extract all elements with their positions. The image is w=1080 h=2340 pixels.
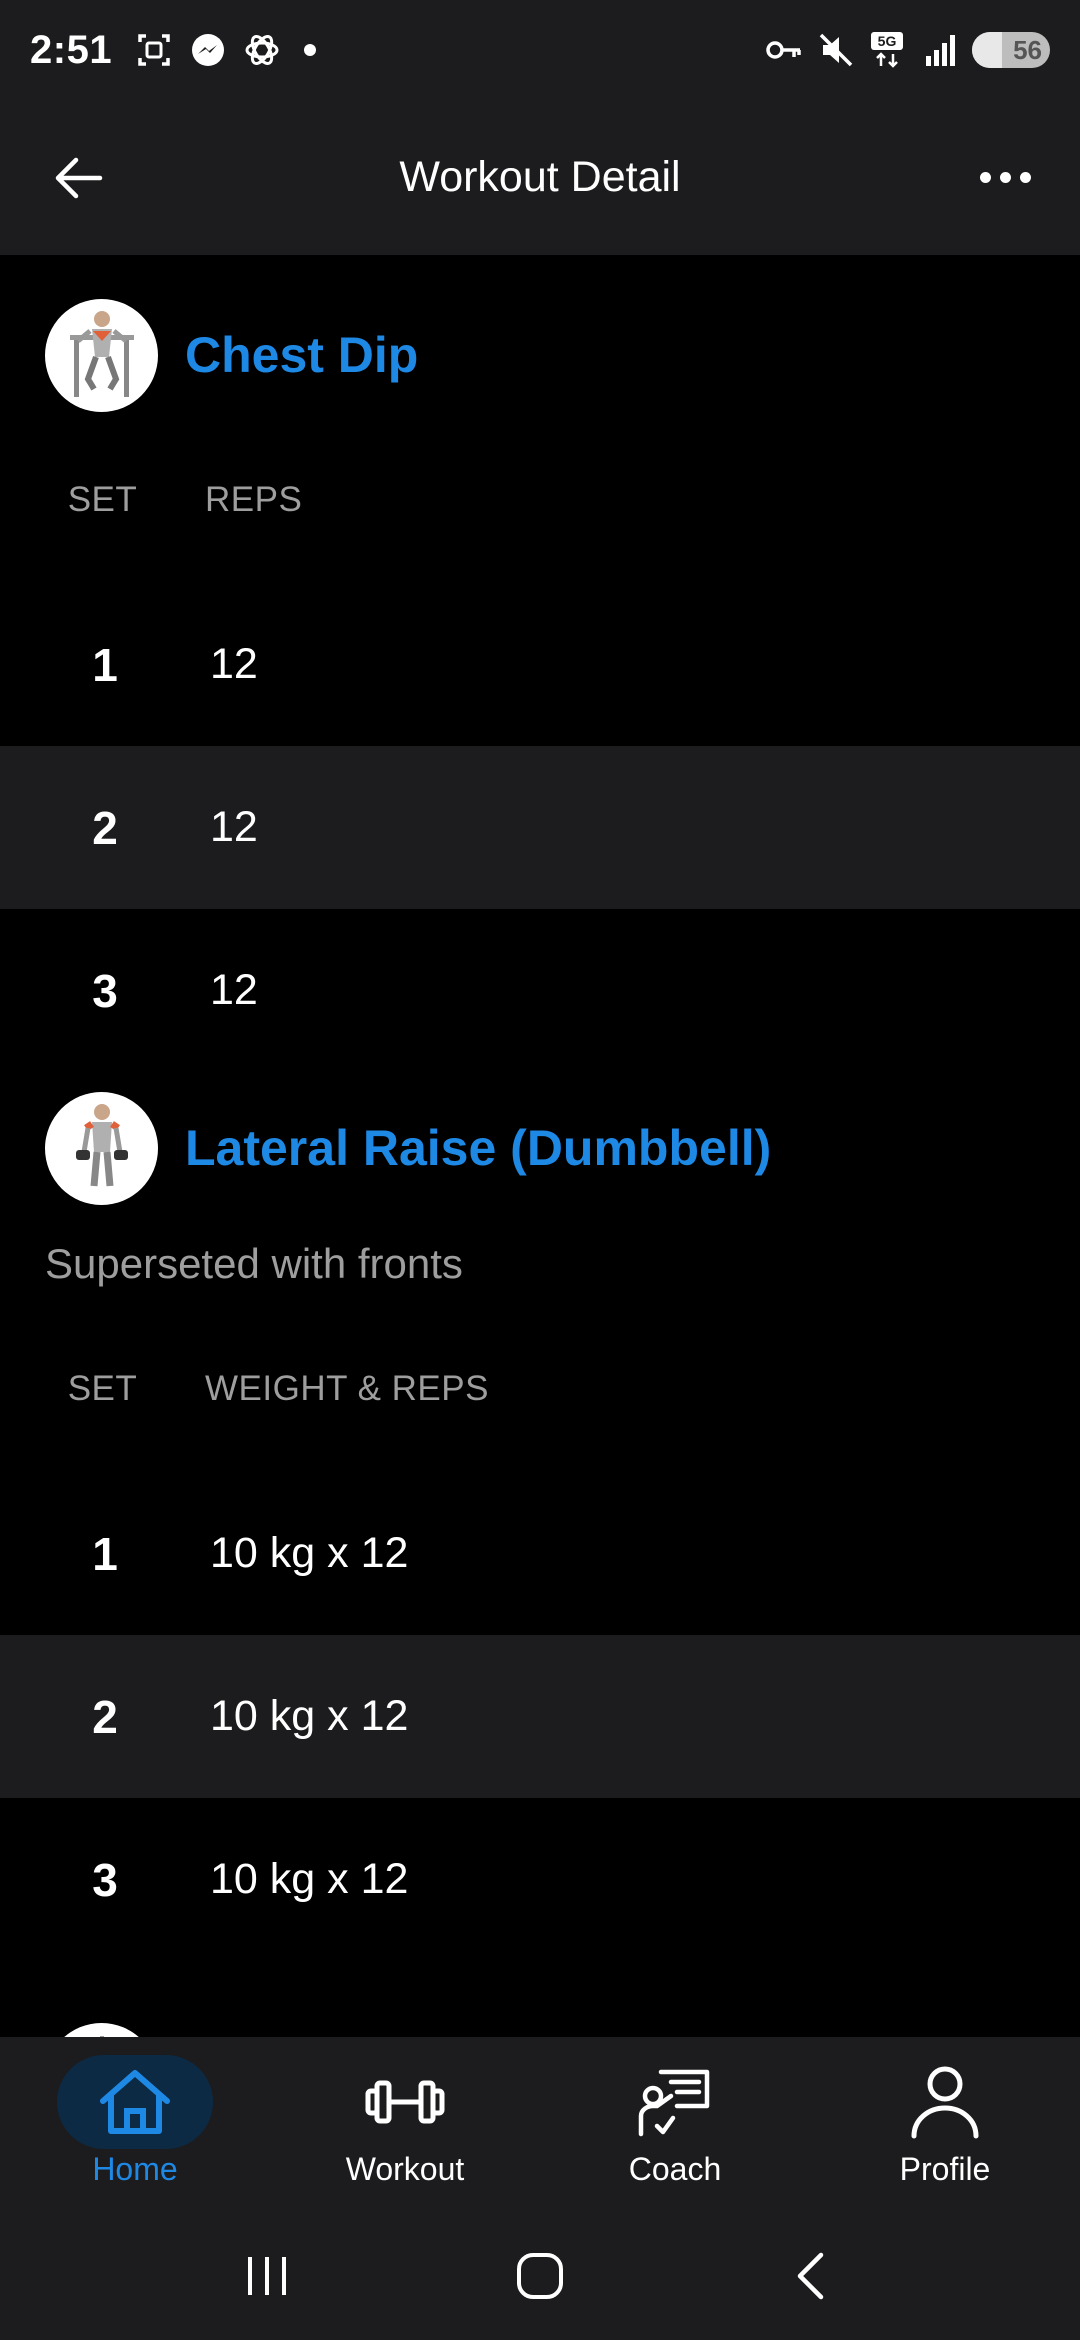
- exercise-header-partial[interactable]: [0, 1961, 1080, 2037]
- nav-workout-icon-container: [327, 2055, 483, 2149]
- set-value: 12: [210, 640, 258, 688]
- nav-workout[interactable]: Workout: [270, 2037, 540, 2212]
- exercise-name[interactable]: Lateral Raise (Dumbbell): [185, 1119, 771, 1177]
- exercise-note: Superseted with fronts: [45, 1240, 463, 1287]
- set-value: 10 kg x 12: [210, 1855, 409, 1903]
- mute-icon: [816, 30, 856, 70]
- recent-apps-icon: [247, 2257, 286, 2295]
- nav-home-icon-container: [57, 2055, 213, 2149]
- set-row: 2 12: [0, 746, 1080, 909]
- exercise-figure-icon: [99, 2035, 104, 2037]
- status-bar: 2:51 5G 56: [0, 0, 1080, 100]
- battery-fill: [972, 32, 1002, 68]
- nav-coach-icon-container: [597, 2055, 753, 2149]
- sets-column-header: SET WEIGHT & REPS: [0, 1354, 1080, 1424]
- exercise-card: Lateral Raise (Dumbbell) Superseted with…: [0, 1072, 1080, 1961]
- set-number: 3: [92, 1853, 118, 1906]
- column-set-label: SET: [67, 480, 138, 519]
- dumbbell-icon: [365, 2080, 445, 2124]
- recent-apps-button[interactable]: [222, 2241, 312, 2311]
- set-value: 10 kg x 12: [210, 1529, 409, 1577]
- coach-icon: [638, 2069, 710, 2137]
- exercise-card: Chest Dip SET REPS 1 12 2 12 3 12: [0, 255, 1080, 1072]
- set-number: 2: [92, 1690, 118, 1743]
- more-dot: [979, 172, 991, 183]
- vpn-key-icon: [764, 30, 804, 70]
- home-icon: [100, 2070, 170, 2134]
- exercise-thumbnail[interactable]: [45, 2023, 158, 2037]
- exercise-name[interactable]: Chest Dip: [185, 326, 418, 384]
- system-navigation-bar: [0, 2212, 1080, 2340]
- exercise-header[interactable]: Chest Dip: [0, 255, 1080, 455]
- system-back-button[interactable]: [768, 2241, 858, 2311]
- notification-icons: [134, 30, 317, 70]
- system-status-icons: 5G 56: [764, 30, 1050, 70]
- arrow-left-icon: [55, 157, 103, 198]
- workout-detail-list[interactable]: Chest Dip SET REPS 1 12 2 12 3 12 Latera…: [0, 255, 1080, 2037]
- signal-icon: [920, 30, 960, 70]
- set-row: 3 12: [0, 909, 1080, 1072]
- profile-icon: [911, 2066, 979, 2139]
- messenger-icon: [188, 30, 228, 70]
- column-value-label: REPS: [205, 480, 303, 519]
- set-value: 10 kg x 12: [210, 1692, 409, 1740]
- nav-coach-label: Coach: [628, 2151, 722, 2187]
- set-number: 1: [92, 1527, 118, 1580]
- svg-text:5G: 5G: [878, 33, 897, 49]
- exercise-thumbnail[interactable]: [45, 298, 158, 412]
- back-button[interactable]: [48, 148, 108, 208]
- set-row: 1 10 kg x 12: [0, 1472, 1080, 1635]
- more-dot: [1019, 172, 1031, 183]
- set-number: 2: [92, 801, 118, 854]
- battery-icon: 56: [972, 32, 1050, 68]
- exercise-thumbnail[interactable]: [45, 1091, 158, 1205]
- sets-column-header: SET REPS: [0, 465, 1080, 535]
- notification-dot: [304, 44, 317, 56]
- column-set-label: SET: [67, 1369, 138, 1408]
- back-button-icon: [798, 2252, 824, 2300]
- chest-dip-figure-icon: [69, 311, 134, 397]
- app-screen: 2:51 5G 56 Workout Detail Chest Dip SET …: [0, 0, 1080, 2340]
- bottom-navigation: Home Workout Coach Profile: [0, 2037, 1080, 2212]
- 5g-icon: 5G: [868, 30, 908, 70]
- nav-profile[interactable]: Profile: [810, 2037, 1080, 2212]
- set-value: 12: [210, 803, 258, 851]
- screenshot-icon: [134, 30, 174, 70]
- nav-home-label: Home: [92, 2151, 178, 2187]
- set-row: 3 10 kg x 12: [0, 1798, 1080, 1961]
- chatgpt-icon: [242, 30, 282, 70]
- nav-profile-label: Profile: [899, 2151, 991, 2187]
- set-value: 12: [210, 966, 258, 1014]
- status-time: 2:51: [30, 27, 113, 72]
- more-options-button[interactable]: [970, 148, 1040, 208]
- battery-level: 56: [1013, 34, 1042, 65]
- column-value-label: WEIGHT & REPS: [205, 1369, 489, 1408]
- nav-home[interactable]: Home: [0, 2037, 270, 2212]
- nav-coach[interactable]: Coach: [540, 2037, 810, 2212]
- app-header: Workout Detail: [0, 100, 1080, 255]
- lateral-raise-figure-icon: [75, 1104, 128, 1187]
- set-number: 3: [92, 964, 118, 1017]
- exercise-header[interactable]: Lateral Raise (Dumbbell): [0, 1072, 1080, 1224]
- nav-workout-label: Workout: [345, 2151, 465, 2187]
- set-row: 2 10 kg x 12: [0, 1635, 1080, 1798]
- home-button[interactable]: [495, 2241, 585, 2311]
- more-dot: [999, 172, 1011, 183]
- home-button-icon: [516, 2253, 563, 2299]
- set-row: 1 12: [0, 583, 1080, 746]
- nav-profile-icon-container: [867, 2055, 1023, 2149]
- page-title: Workout Detail: [399, 153, 681, 201]
- set-number: 1: [92, 638, 118, 691]
